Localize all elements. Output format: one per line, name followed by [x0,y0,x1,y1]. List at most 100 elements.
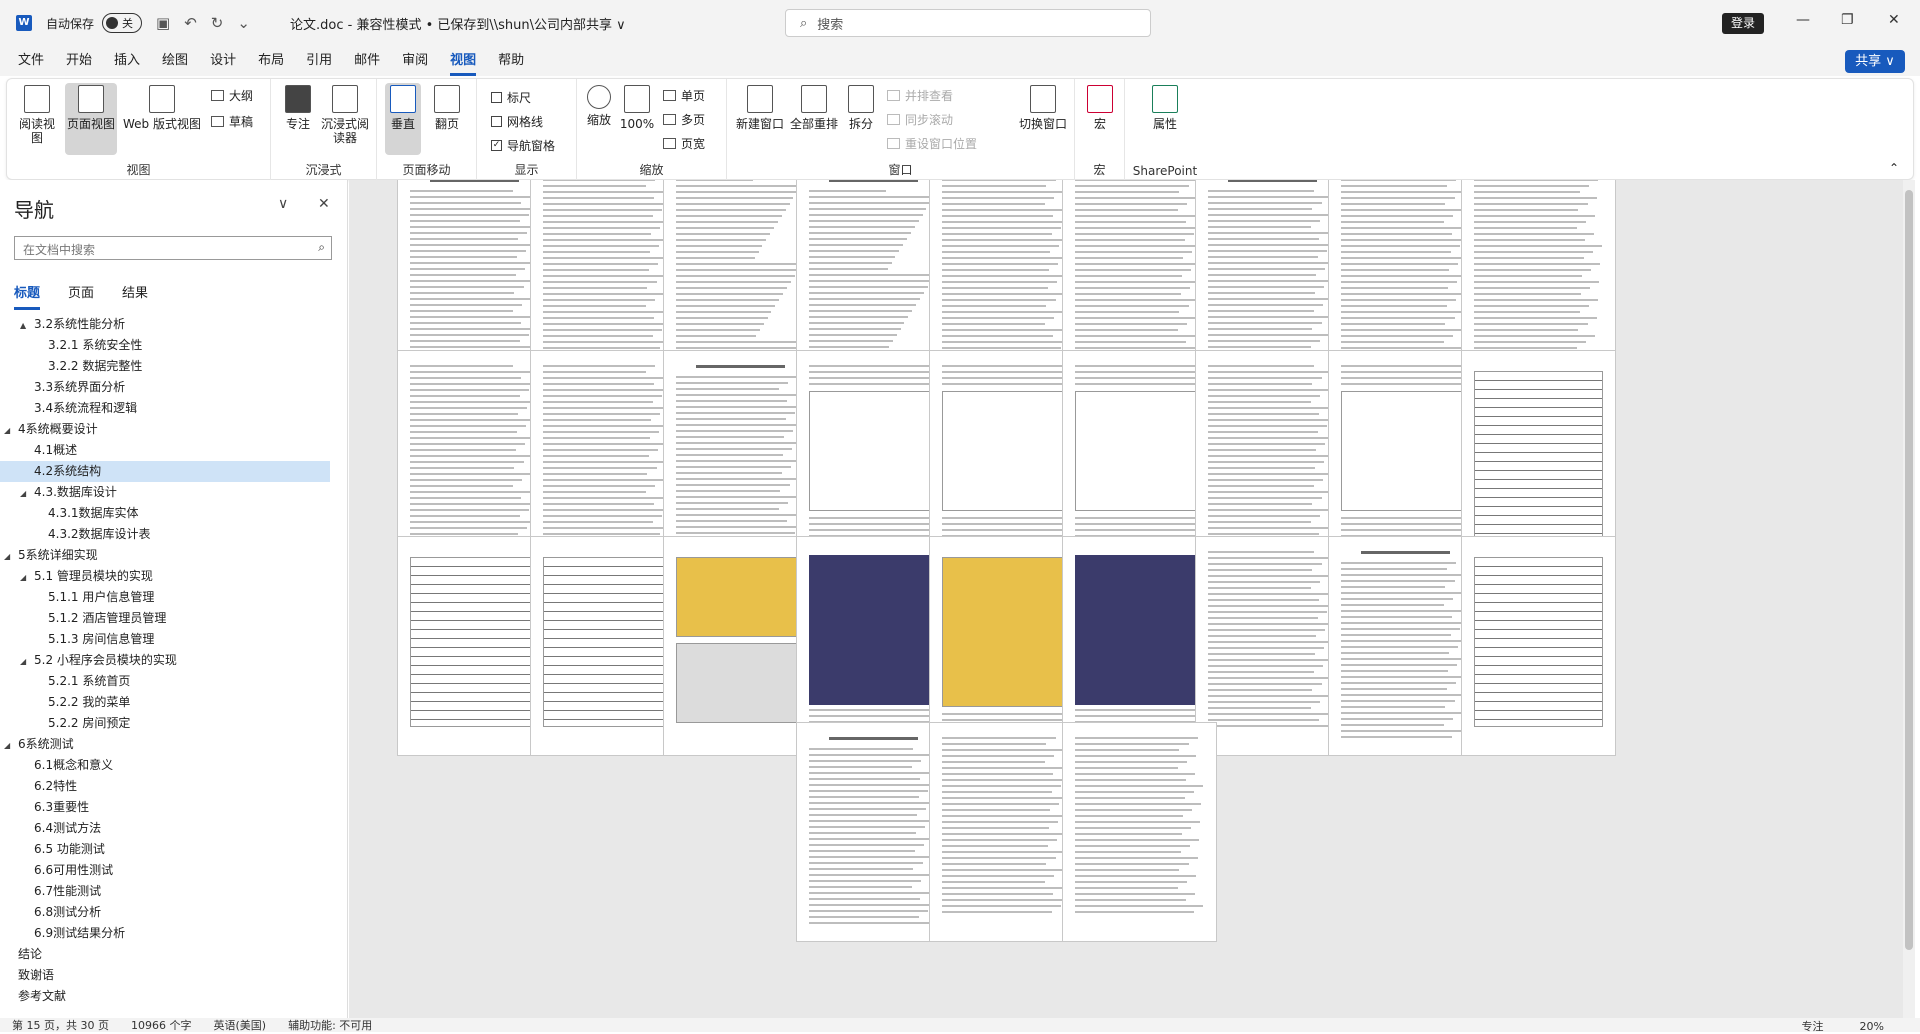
outline-button[interactable]: 大纲 [211,87,253,104]
minimize-icon[interactable]: — [1796,12,1810,28]
menu-tab[interactable]: 帮助 [498,46,524,76]
accessibility-status[interactable]: 辅助功能: 不可用 [288,1017,372,1033]
focus-mode-button[interactable]: 专注 [1802,1020,1824,1033]
expand-arrow-icon[interactable]: ◢ [4,420,18,440]
menu-tab[interactable]: 布局 [258,46,284,76]
zoom-level[interactable]: 20% [1860,1020,1884,1033]
nav-heading-item[interactable]: 5.2.1 系统首页 [0,671,330,692]
menu-tab[interactable]: 插入 [114,46,140,76]
customize-toolbar-icon[interactable]: ⌄ [237,14,250,32]
macros-button[interactable]: 宏 [1083,85,1117,131]
side-by-side-button[interactable]: 并排查看 [887,87,953,104]
login-button[interactable]: 登录 [1722,13,1764,34]
print-layout-button[interactable]: 页面视图 [65,83,117,155]
vertical-button[interactable]: 垂直 [385,83,421,155]
ruler-checkbox[interactable]: 标尺 [491,89,531,106]
page-thumbnail[interactable] [929,722,1084,942]
nav-heading-item[interactable]: 5.1.2 酒店管理员管理 [0,608,330,629]
nav-search-icon[interactable]: ⌕ [318,240,325,255]
nav-heading-item[interactable]: ◢ 5系统详细实现 [0,545,330,566]
nav-heading-item[interactable]: ◢ 5.2 小程序会员模块的实现 [0,650,330,671]
menu-tab[interactable]: 绘图 [162,46,188,76]
zoom-100-button[interactable]: 100% [619,85,655,131]
word-count[interactable]: 10966 个字 [131,1017,192,1033]
gridlines-checkbox[interactable]: 网格线 [491,113,543,130]
read-mode-button[interactable]: 阅读视图 [17,85,57,145]
multiple-pages-button[interactable]: 多页 [663,111,705,128]
draft-button[interactable]: 草稿 [211,113,253,130]
nav-heading-item[interactable]: 5.1.1 用户信息管理 [0,587,330,608]
split-button[interactable]: 拆分 [843,85,879,131]
one-page-button[interactable]: 单页 [663,87,705,104]
expand-arrow-icon[interactable]: ◢ [20,483,34,503]
language[interactable]: 英语(美国) [213,1017,266,1033]
nav-heading-item[interactable]: ◢ 4系统概要设计 [0,419,330,440]
search-input[interactable]: ⌕ 搜索 [785,9,1151,37]
new-window-button[interactable]: 新建窗口 [735,85,785,131]
nav-heading-item[interactable]: 5.1.3 房间信息管理 [0,629,330,650]
page-thumbnail[interactable] [1062,722,1217,942]
page-thumbnail[interactable] [1328,536,1483,756]
nav-heading-item[interactable]: 5.2.2 房间预定 [0,713,330,734]
nav-search-input[interactable]: 在文档中搜索 ⌕ [14,236,332,260]
page-thumbnail[interactable] [663,536,818,756]
menu-tab[interactable]: 引用 [306,46,332,76]
nav-heading-item[interactable]: 3.2.1 系统安全性 [0,335,330,356]
document-area[interactable] [349,180,1914,1018]
nav-heading-item[interactable]: 3.3系统界面分析 [0,377,330,398]
nav-tab[interactable]: 标题 [14,282,41,310]
nav-heading-item[interactable]: 6.2特性 [0,776,330,797]
nav-heading-item[interactable]: 6.7性能测试 [0,881,330,902]
page-thumbnail[interactable] [1195,536,1350,756]
menu-tab[interactable]: 视图 [450,46,477,76]
document-title[interactable]: 论文.doc - 兼容性模式 • 已保存到\\shun\公司内部共享 ∨ [290,14,626,33]
menu-tab[interactable]: 审阅 [402,46,428,76]
nav-heading-item[interactable]: ▲ 3.2系统性能分析 [0,314,330,335]
nav-heading-item[interactable]: 3.4系统流程和逻辑 [0,398,330,419]
vertical-scrollbar[interactable] [1903,180,1915,1018]
close-window-icon[interactable]: ✕ [1888,12,1900,28]
nav-close-icon[interactable]: ✕ [318,196,330,212]
page-thumbnail[interactable] [796,722,951,942]
zoom-button[interactable]: 缩放 [583,85,615,127]
nav-heading-item[interactable]: 6.3重要性 [0,797,330,818]
menu-tab[interactable]: 开始 [66,46,92,76]
nav-heading-item[interactable]: 结论 [0,944,330,965]
collapse-ribbon-icon[interactable]: ⌃ [1889,161,1899,175]
restore-icon[interactable]: ❐ [1841,12,1854,28]
expand-arrow-icon[interactable]: ▲ [20,315,34,335]
nav-heading-item[interactable]: ◢ 4.3.数据库设计 [0,482,330,503]
scrollbar-thumb[interactable] [1905,190,1913,950]
nav-heading-item[interactable]: ◢ 5.1 管理员模块的实现 [0,566,330,587]
arrange-all-button[interactable]: 全部重排 [789,85,839,131]
web-layout-button[interactable]: Web 版式视图 [121,85,203,131]
nav-tab[interactable]: 页面 [68,282,94,310]
menu-tab[interactable]: 邮件 [354,46,380,76]
nav-heading-item[interactable]: 5.2.2 我的菜单 [0,692,330,713]
nav-tab[interactable]: 结果 [122,282,148,310]
focus-button[interactable]: 专注 [283,85,313,131]
undo-icon[interactable]: ↶ [184,14,197,32]
nav-heading-item[interactable]: 4.2系统结构 [0,461,330,482]
page-thumbnail[interactable] [1461,536,1616,756]
nav-heading-item[interactable]: 6.6可用性测试 [0,860,330,881]
nav-pane-checkbox[interactable]: ✓ 导航窗格 [491,137,555,154]
sync-scroll-button[interactable]: 同步滚动 [887,111,953,128]
nav-heading-item[interactable]: 4.3.1数据库实体 [0,503,330,524]
reset-position-button[interactable]: 重设窗口位置 [887,135,977,152]
side-to-side-button[interactable]: 翻页 [429,85,465,131]
expand-arrow-icon[interactable]: ◢ [20,651,34,671]
expand-arrow-icon[interactable]: ◢ [4,735,18,755]
nav-heading-item[interactable]: 3.2.2 数据完整性 [0,356,330,377]
switch-window-button[interactable]: 切换窗口 [1017,85,1069,131]
nav-options-icon[interactable]: ∨ [278,196,288,212]
immersive-reader-button[interactable]: 沉浸式阅读器 [321,85,369,145]
share-button[interactable]: 共享 ∨ [1845,50,1905,73]
nav-heading-item[interactable]: 6.8测试分析 [0,902,330,923]
nav-heading-item[interactable]: 6.9测试结果分析 [0,923,330,944]
nav-heading-item[interactable]: 6.4测试方法 [0,818,330,839]
menu-tab[interactable]: 设计 [210,46,236,76]
save-icon[interactable]: ▣ [156,14,170,32]
page-width-button[interactable]: 页宽 [663,135,705,152]
properties-button[interactable]: 属性 [1147,85,1183,131]
